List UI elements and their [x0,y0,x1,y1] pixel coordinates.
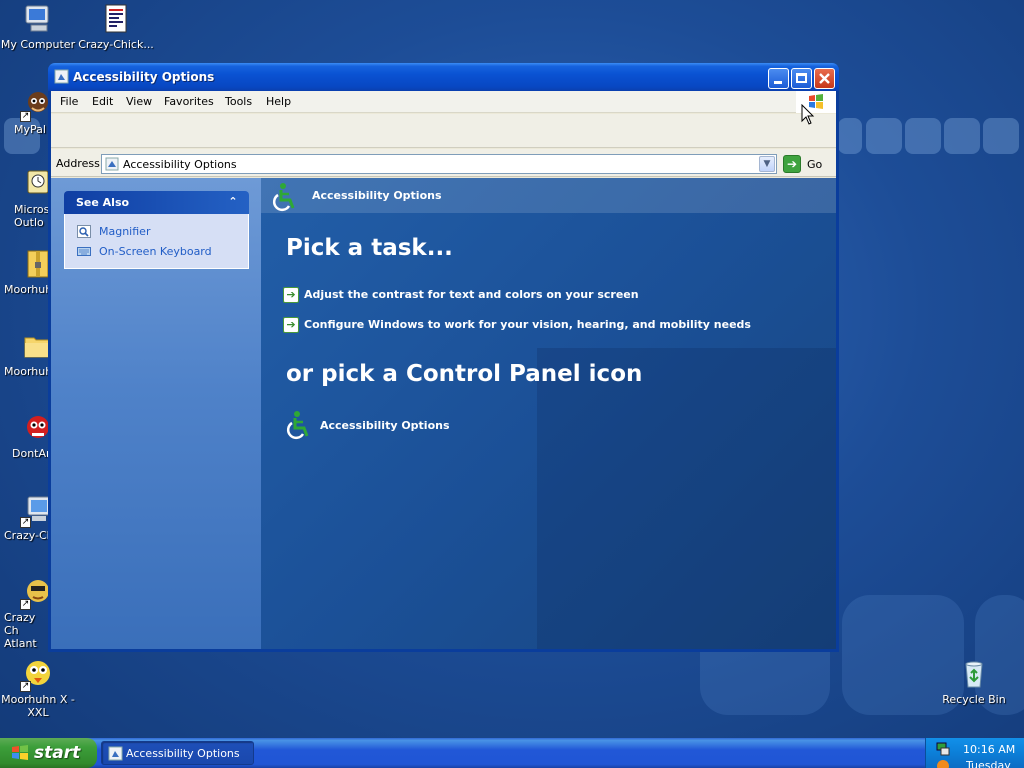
control-panel-icon-label: Accessibility Options [320,419,450,432]
shortcut-arrow-icon: ↗ [20,517,31,528]
shortcut-arrow-icon: ↗ [20,681,31,692]
accessibility-options-icon [105,157,120,171]
desktop-icon-moorhuhn-xxl[interactable]: ↗ Moorhuhn X - XXL [0,658,76,719]
recycle-bin-icon [958,658,990,690]
green-arrow-icon: ➔ [283,287,299,303]
see-also-panel: See Also ⌃ Magnifier On-Screen Keyboard [64,191,249,269]
minimize-icon [774,81,782,84]
menu-file[interactable]: File [60,95,78,108]
desktop-icon-recycle-bin[interactable]: Recycle Bin [936,658,1012,706]
desktop-icon-label: Crazy-Chick... [78,38,154,51]
explorer-window: Accessibility Options File Edit View Fav… [48,63,839,652]
address-label: Address [56,157,100,170]
menu-favorites[interactable]: Favorites [164,95,214,108]
address-value: Accessibility Options [123,158,237,171]
address-input[interactable]: Accessibility Options ▼ [101,154,777,174]
window-client: File Edit View Favorites Tools Help Addr… [51,91,836,649]
taskbar-button-label: Accessibility Options [126,747,240,760]
system-tray: 10:16 AM Tuesday [925,738,1024,768]
network-icon[interactable] [936,742,950,756]
address-dropdown-button[interactable]: ▼ [759,156,775,172]
moorhuhn-xxl-icon: ↗ [20,658,54,692]
desktop-icon-label: My Computer [0,38,76,51]
collapse-chevron-icon[interactable]: ⌃ [225,194,241,210]
accessibility-options-icon [108,746,123,761]
see-also-links: Magnifier On-Screen Keyboard [64,214,249,269]
desktop-icon-label: Crazy Ch Atlant [4,611,37,650]
content-area: Accessibility Options Pick a task... ➔ A… [261,178,836,649]
close-button[interactable] [814,68,835,89]
content-header: Accessibility Options [261,178,836,213]
shortcut-arrow-icon: ↗ [20,599,31,610]
see-also-link-label: Magnifier [99,225,151,238]
close-icon [819,73,830,84]
mouse-cursor-icon [801,103,815,126]
keyboard-icon [77,245,91,258]
desktop-icon-crazy-chick-doc[interactable]: Crazy-Chick... [78,3,154,51]
magnifier-icon [77,225,91,238]
maximize-icon [796,73,807,83]
menu-help[interactable]: Help [266,95,291,108]
my-computer-icon [22,3,54,35]
green-arrow-icon: ➔ [283,317,299,333]
clock-day: Tuesday [966,760,1011,768]
desktop-icon-label: Recycle Bin [942,693,1006,706]
clock[interactable]: 10:16 AM [963,743,1015,756]
control-panel-icon-accessibility-options[interactable]: Accessibility Options [283,410,450,442]
window-titlebar[interactable]: Accessibility Options [48,63,839,91]
menu-view[interactable]: View [126,95,152,108]
shortcut-arrow-icon: ↗ [20,111,31,122]
task-pane: See Also ⌃ Magnifier On-Screen Keyboard [51,178,261,649]
content-header-title: Accessibility Options [312,189,442,202]
taskbar: start Accessibility Options 10:16 AM Tue… [0,738,1024,768]
desktop-icon-my-computer[interactable]: My Computer [0,3,76,51]
go-button[interactable]: ➔ Go [783,155,823,173]
task-link-label: Adjust the contrast for text and colors … [304,288,639,301]
desktop-icon-label: Moorhuhn X - XXL [1,693,75,719]
start-button[interactable]: start [0,738,97,768]
address-bar: Address Accessibility Options ▼ ➔ Go [51,149,836,177]
go-label: Go [807,158,823,171]
windows-flag-icon [10,744,32,762]
pick-icon-heading: or pick a Control Panel icon [286,361,643,387]
window-title: Accessibility Options [73,70,215,84]
maximize-button[interactable] [791,68,812,89]
see-also-link-label: On-Screen Keyboard [99,245,212,258]
start-label: start [34,743,81,763]
see-also-header[interactable]: See Also ⌃ [64,191,249,214]
see-also-title: See Also [76,196,130,209]
menu-edit[interactable]: Edit [92,95,113,108]
wheelchair-icon [269,182,299,212]
wheelchair-icon [283,410,313,440]
speaker-icon[interactable] [936,759,950,768]
toolbar [51,114,836,148]
content-watermark [537,348,836,649]
task-link-label: Configure Windows to work for your visio… [304,318,751,331]
document-icon [100,3,132,35]
menu-bar: File Edit View Favorites Tools Help [51,91,836,113]
chevron-down-icon: ▼ [763,159,771,169]
taskbar-button-accessibility-options[interactable]: Accessibility Options [101,741,254,765]
accessibility-options-icon [54,69,69,84]
go-arrow-icon: ➔ [783,155,801,173]
menu-tools[interactable]: Tools [225,95,252,108]
minimize-button[interactable] [768,68,789,89]
pick-task-heading: Pick a task... [286,235,453,261]
